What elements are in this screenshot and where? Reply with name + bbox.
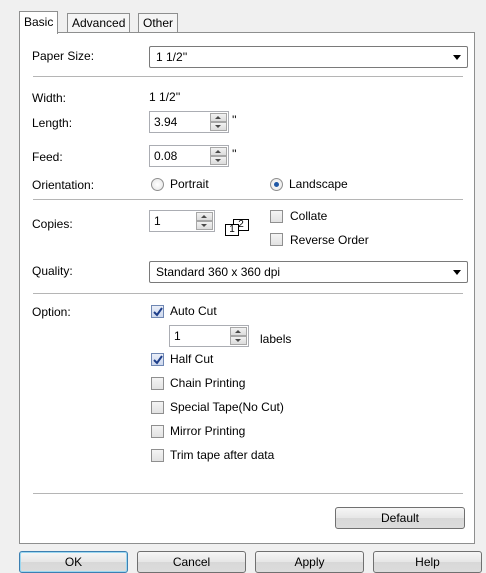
collate-label[interactable]: Collate — [290, 208, 327, 224]
chevron-down-icon — [453, 55, 461, 60]
labels-suffix: labels — [260, 332, 292, 346]
feed-spinner[interactable]: 0.08 — [149, 145, 229, 167]
quality-label: Quality: — [32, 264, 73, 278]
help-button[interactable]: Help — [373, 551, 482, 573]
paper-size-label: Paper Size: — [32, 49, 95, 63]
copies-label: Copies: — [32, 217, 73, 231]
chevron-down-icon — [453, 270, 461, 275]
copies-value: 1 — [154, 214, 161, 228]
trim-tape-checkbox[interactable] — [151, 449, 164, 462]
spin-up-icon[interactable] — [230, 327, 247, 336]
length-spinner[interactable]: 3.94 — [149, 111, 229, 133]
quality-dropdown[interactable]: Standard 360 x 360 dpi — [149, 261, 468, 283]
width-label: Width: — [32, 91, 67, 105]
basic-tab-panel: Paper Size: 1 1/2'' Width: 1 1/2'' Lengt… — [19, 32, 475, 544]
checkmark-icon — [153, 355, 163, 365]
half-cut-checkbox[interactable] — [151, 353, 164, 366]
cancel-button[interactable]: Cancel — [137, 551, 246, 573]
quality-value: Standard 360 x 360 dpi — [156, 265, 281, 279]
auto-cut-label[interactable]: Auto Cut — [170, 303, 217, 319]
apply-button[interactable]: Apply — [255, 551, 364, 573]
spin-up-icon[interactable] — [210, 113, 227, 122]
tab-other[interactable]: Other — [138, 13, 179, 33]
labels-value: 1 — [174, 329, 181, 343]
paper-size-value: 1 1/2'' — [156, 50, 188, 64]
width-value: 1 1/2'' — [149, 90, 181, 104]
separator — [33, 76, 463, 77]
reverse-order-checkbox[interactable] — [270, 233, 283, 246]
portrait-radio[interactable] — [151, 178, 164, 191]
chain-printing-checkbox[interactable] — [151, 377, 164, 390]
tab-basic[interactable]: Basic — [19, 11, 59, 34]
spin-up-icon[interactable] — [196, 212, 213, 221]
tab-advanced[interactable]: Advanced — [67, 13, 131, 33]
separator — [33, 493, 463, 494]
ok-button[interactable]: OK — [19, 551, 128, 573]
copies-spinner[interactable]: 1 — [149, 210, 215, 232]
spin-down-icon[interactable] — [210, 156, 227, 165]
landscape-radio[interactable] — [270, 178, 283, 191]
default-button[interactable]: Default — [335, 507, 465, 529]
auto-cut-checkbox[interactable] — [151, 305, 164, 318]
collate-pages-icon: 2 1 — [223, 219, 259, 239]
special-tape-checkbox[interactable] — [151, 401, 164, 414]
length-unit: '' — [232, 113, 237, 127]
landscape-label[interactable]: Landscape — [289, 176, 348, 192]
collate-checkbox[interactable] — [270, 210, 283, 223]
labels-spinner[interactable]: 1 — [169, 325, 249, 347]
portrait-label[interactable]: Portrait — [170, 176, 209, 192]
feed-value: 0.08 — [154, 149, 178, 163]
mirror-printing-checkbox[interactable] — [151, 425, 164, 438]
chain-printing-label[interactable]: Chain Printing — [170, 375, 245, 391]
orientation-label: Orientation: — [32, 178, 95, 192]
mirror-printing-label[interactable]: Mirror Printing — [170, 423, 245, 439]
spin-up-icon[interactable] — [210, 147, 227, 156]
half-cut-label[interactable]: Half Cut — [170, 351, 213, 367]
special-tape-label[interactable]: Special Tape(No Cut) — [170, 399, 284, 415]
reverse-order-label[interactable]: Reverse Order — [290, 232, 369, 248]
option-label: Option: — [32, 305, 71, 319]
paper-size-dropdown[interactable]: 1 1/2'' — [149, 46, 468, 68]
separator — [33, 293, 463, 294]
length-label: Length: — [32, 116, 73, 130]
feed-unit: '' — [232, 147, 237, 161]
spin-down-icon[interactable] — [210, 122, 227, 131]
length-value: 3.94 — [154, 115, 178, 129]
separator — [33, 199, 463, 200]
spin-down-icon[interactable] — [196, 221, 213, 230]
trim-tape-label[interactable]: Trim tape after data — [170, 447, 274, 463]
checkmark-icon — [153, 307, 163, 317]
spin-down-icon[interactable] — [230, 336, 247, 345]
feed-label: Feed: — [32, 150, 63, 164]
